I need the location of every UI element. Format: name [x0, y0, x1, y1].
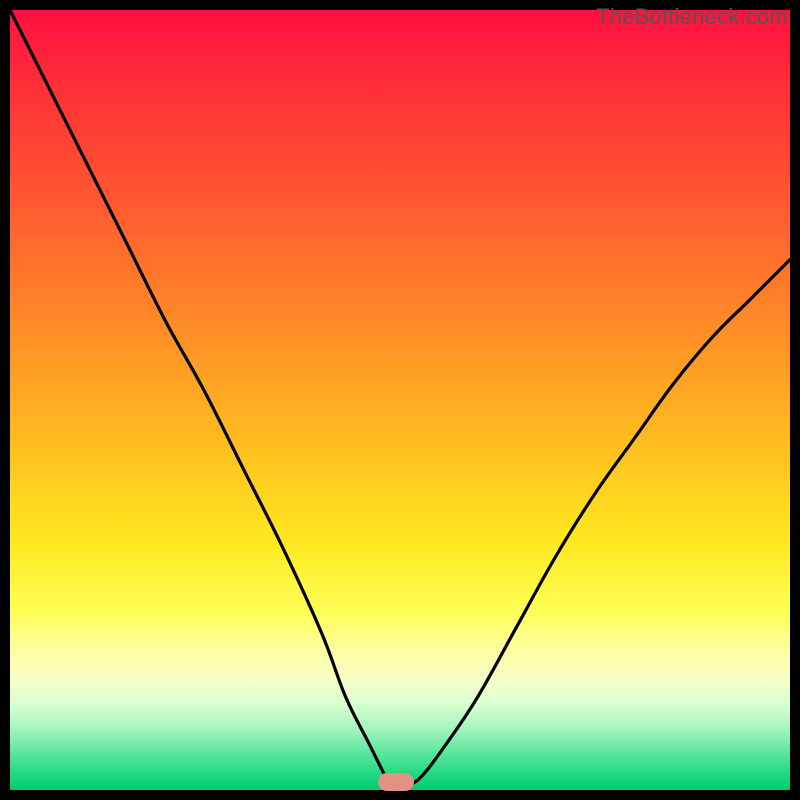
- bottleneck-curve: [10, 10, 790, 790]
- chart-stage: TheBottleneck.com: [0, 0, 800, 800]
- curve-path: [10, 10, 790, 787]
- optimum-marker: [378, 773, 414, 791]
- watermark-text: TheBottleneck.com: [596, 4, 788, 30]
